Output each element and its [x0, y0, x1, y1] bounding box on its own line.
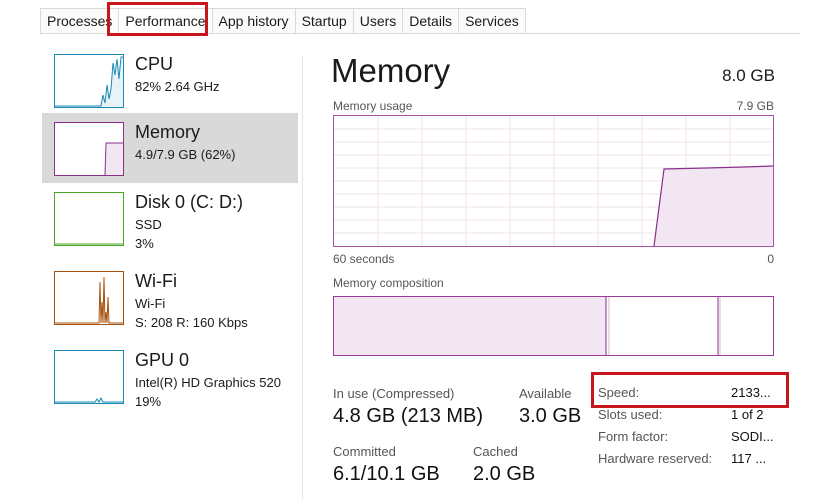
hardware-reserved-value: 117 ...: [731, 451, 767, 466]
available-value: 3.0 GB: [519, 405, 582, 427]
sidebar-item-detail: SSD: [135, 217, 162, 232]
sidebar-item-wifi[interactable]: Wi-Fi Wi-Fi S: 208 R: 160 Kbps: [42, 262, 298, 332]
memory-composition-bar: [333, 296, 774, 356]
sidebar-item-detail: Wi-Fi: [135, 296, 166, 311]
memory-usage-label: Memory usage: [333, 99, 413, 113]
sidebar-item-memory[interactable]: Memory 4.9/7.9 GB (62%): [42, 113, 298, 183]
form-factor-label: Form factor:: [598, 429, 669, 444]
speed-highlight: [591, 372, 789, 408]
sidebar-item-detail: 4.9/7.9 GB (62%): [135, 147, 236, 162]
hardware-reserved-label: Hardware reserved:: [598, 451, 713, 466]
sidebar-item-detail: Intel(R) HD Graphics 520: [135, 375, 281, 390]
sidebar-item-detail-2: S: 208 R: 160 Kbps: [135, 315, 248, 330]
tab-app-history[interactable]: App history: [211, 8, 296, 34]
sidebar-item-cpu[interactable]: CPU 82% 2.64 GHz: [42, 45, 298, 115]
disk-thumbnail-graph: [54, 192, 124, 246]
sidebar-item-detail-2: 3%: [135, 236, 154, 251]
slots-used-value: 1 of 2: [731, 407, 764, 422]
tab-startup[interactable]: Startup: [294, 8, 354, 34]
memory-composition-label: Memory composition: [333, 276, 444, 290]
committed-label: Committed: [333, 444, 396, 459]
memory-thumbnail-graph: [54, 122, 124, 176]
committed-value: 6.1/10.1 GB: [333, 463, 440, 485]
sidebar-item-disk[interactable]: Disk 0 (C: D:) SSD 3%: [42, 183, 298, 253]
graph-axis-right: 0: [767, 252, 774, 266]
sidebar: CPU 82% 2.64 GHz Memory 4.9/7.9 GB (62%)…: [40, 34, 300, 500]
wifi-thumbnail-graph: [54, 271, 124, 325]
sidebar-item-title: CPU: [135, 54, 174, 74]
sidebar-item-detail: 82% 2.64 GHz: [135, 79, 220, 94]
form-factor-value: SODI...: [731, 429, 774, 444]
memory-usage-max: 7.9 GB: [736, 99, 774, 113]
sidebar-item-detail-2: 19%: [135, 394, 162, 409]
pane-divider: [302, 56, 303, 500]
sidebar-item-title: Memory: [135, 122, 201, 142]
sidebar-item-title: GPU 0: [135, 350, 190, 370]
slots-used-label: Slots used:: [598, 407, 663, 422]
tab-details[interactable]: Details: [402, 8, 460, 34]
gpu-thumbnail-graph: [54, 350, 124, 404]
memory-total: 8.0 GB: [722, 66, 775, 85]
tab-users[interactable]: Users: [352, 8, 404, 34]
cpu-thumbnail-graph: [54, 54, 124, 108]
tab-services[interactable]: Services: [458, 8, 526, 34]
available-label: Available: [519, 386, 572, 401]
performance-tab-highlight: [107, 2, 208, 36]
page-title: Memory: [331, 52, 451, 89]
cached-value: 2.0 GB: [473, 463, 536, 485]
graph-axis-left: 60 seconds: [333, 252, 395, 266]
in-use-label: In use (Compressed): [333, 386, 455, 401]
sidebar-item-title: Disk 0 (C: D:): [135, 192, 243, 212]
cached-label: Cached: [473, 444, 518, 459]
in-use-value: 4.8 GB (213 MB): [333, 405, 484, 427]
sidebar-item-title: Wi-Fi: [135, 271, 177, 291]
memory-usage-graph: [333, 115, 774, 247]
sidebar-item-gpu[interactable]: GPU 0 Intel(R) HD Graphics 520 19%: [42, 341, 298, 411]
